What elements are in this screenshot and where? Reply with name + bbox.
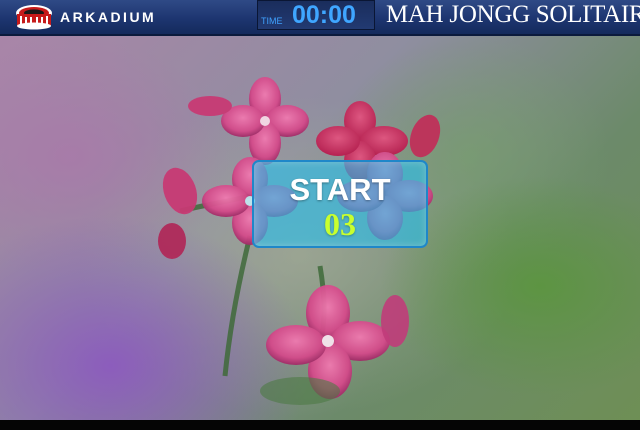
start-label: START (289, 172, 391, 207)
game-title: MAH JONGG SOLITAIRE (386, 1, 640, 28)
arkadium-logo-icon[interactable] (14, 4, 54, 30)
play-area-background: START 03 (0, 36, 640, 420)
brand-name: ARKADIUM (60, 9, 157, 25)
countdown-number: 03 (324, 206, 356, 242)
timer-label: TIME (261, 16, 283, 26)
top-bar: ARKADIUM TIME 00:00 MAH JONGG SOLITAIRE (0, 0, 640, 36)
start-button[interactable]: START 03 (252, 160, 428, 248)
timer-value: 00:00 (292, 1, 356, 29)
bottom-bar (0, 420, 640, 430)
timer-display: TIME 00:00 (257, 0, 375, 30)
